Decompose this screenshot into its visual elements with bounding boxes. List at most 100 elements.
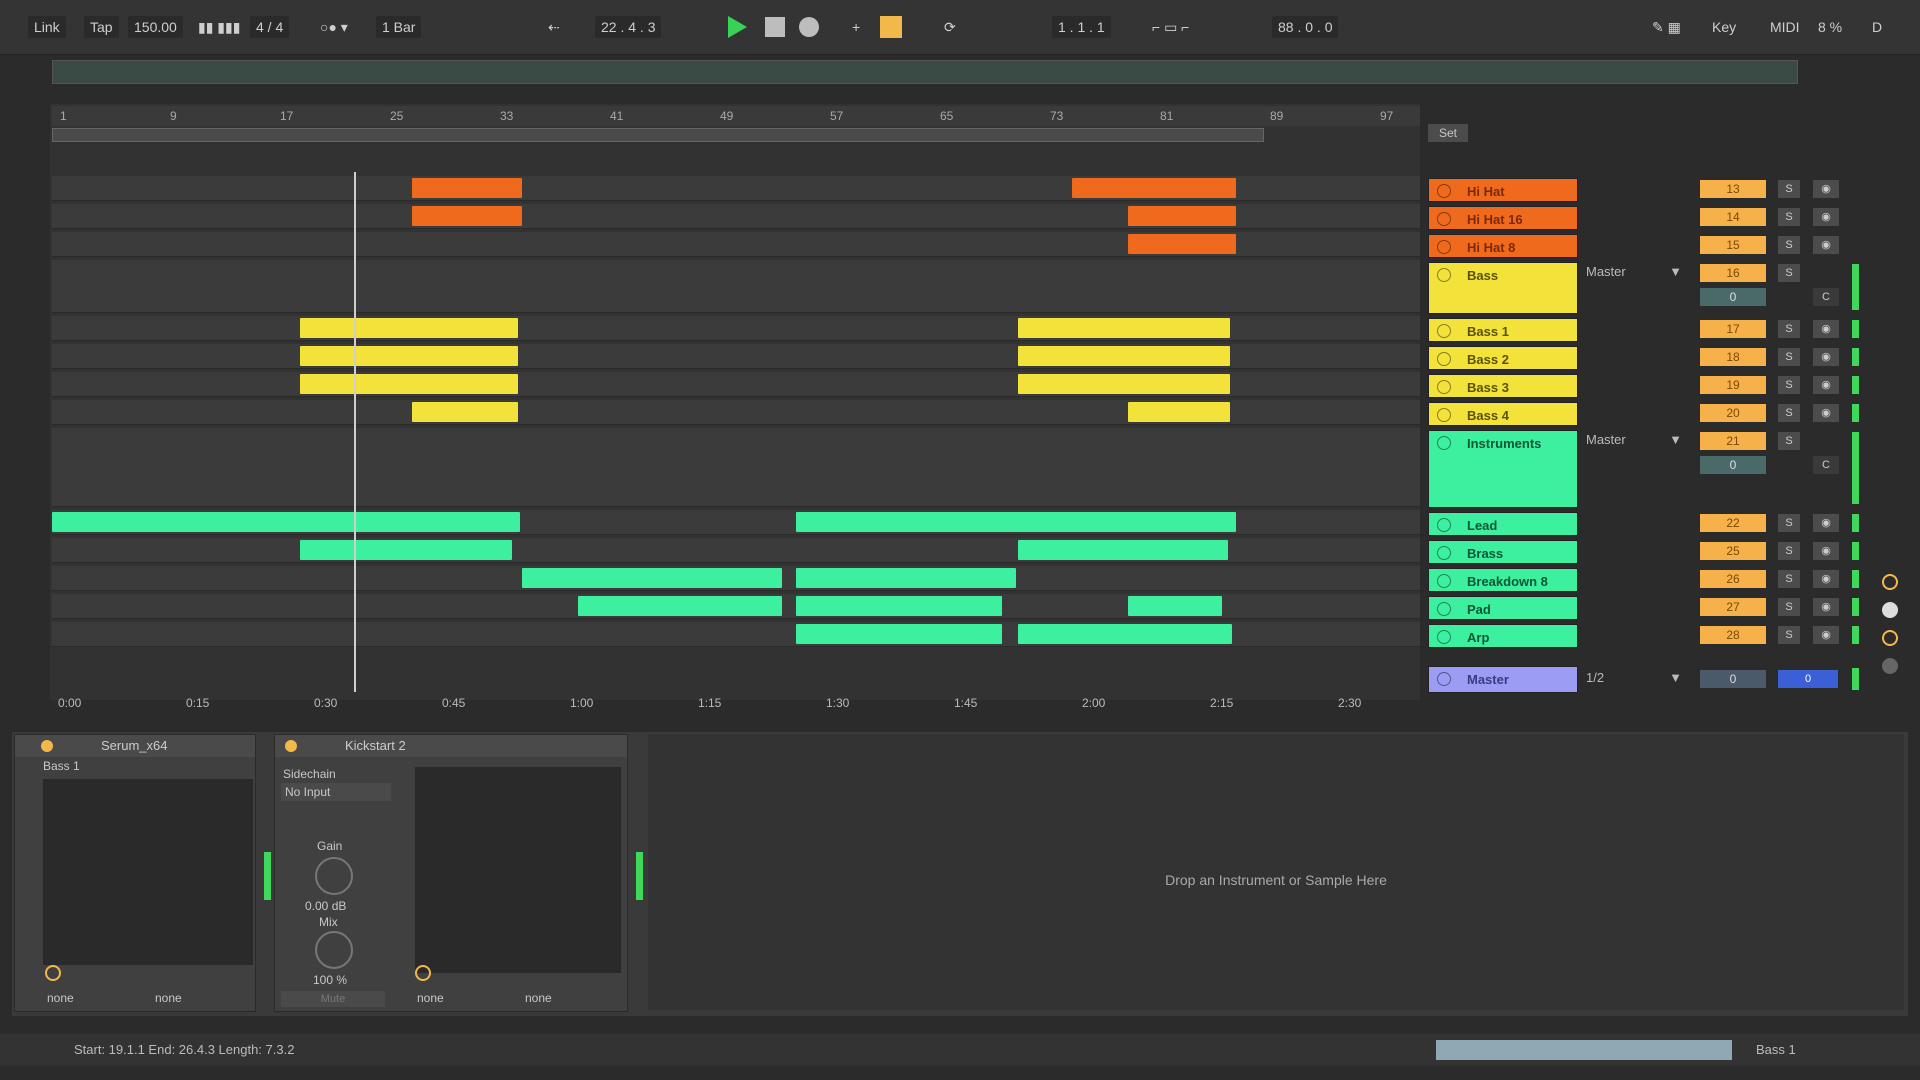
tap-tempo-button[interactable]: Tap bbox=[84, 16, 119, 38]
solo-button[interactable]: S bbox=[1778, 320, 1800, 338]
clip[interactable] bbox=[796, 568, 1016, 588]
clip[interactable] bbox=[1128, 206, 1236, 226]
clip[interactable] bbox=[52, 512, 520, 532]
serum-plugin-panel[interactable] bbox=[43, 779, 253, 965]
loop-icon[interactable]: ⟳ bbox=[944, 16, 956, 38]
track-activator-icon[interactable] bbox=[1437, 352, 1451, 366]
arrangement-position-field[interactable]: 22 . 4 . 3 bbox=[595, 16, 662, 38]
clip[interactable] bbox=[578, 596, 782, 616]
track-lane[interactable] bbox=[52, 204, 1420, 229]
sends-toggle-icon[interactable] bbox=[1882, 630, 1898, 646]
loop-start-field[interactable]: 1 . 1 . 1 bbox=[1052, 16, 1111, 38]
automation-arm-icon[interactable] bbox=[880, 16, 902, 38]
track-lane[interactable] bbox=[52, 344, 1420, 369]
track-activator-icon[interactable] bbox=[1437, 184, 1451, 198]
solo-button[interactable]: S bbox=[1778, 264, 1800, 282]
overview-mini[interactable] bbox=[1436, 1040, 1732, 1060]
track-lane[interactable] bbox=[52, 316, 1420, 341]
metronome-icon[interactable]: ○● ▾ bbox=[320, 16, 348, 38]
track-activator-icon[interactable] bbox=[1437, 268, 1451, 282]
track-activator-icon[interactable] bbox=[1437, 602, 1451, 616]
key-map-button[interactable]: Key bbox=[1712, 16, 1736, 38]
time-signature-field[interactable]: 4 / 4 bbox=[250, 16, 290, 38]
record-button[interactable] bbox=[799, 17, 819, 37]
clip[interactable] bbox=[412, 178, 522, 198]
loop-brace[interactable] bbox=[52, 128, 1264, 142]
track-number-button[interactable]: 13 bbox=[1700, 180, 1766, 198]
set-button[interactable]: Set bbox=[1428, 124, 1468, 142]
solo-button[interactable]: S bbox=[1778, 598, 1800, 616]
solo-button[interactable]: S bbox=[1778, 432, 1800, 450]
clip[interactable] bbox=[796, 596, 1002, 616]
midi-map-button[interactable]: MIDI bbox=[1770, 16, 1800, 38]
track-header[interactable]: Instruments bbox=[1428, 430, 1578, 508]
track-number-button[interactable]: 15 bbox=[1700, 236, 1766, 254]
clip[interactable] bbox=[1018, 318, 1230, 338]
track-header[interactable]: Arp bbox=[1428, 624, 1578, 648]
track-header[interactable]: Breakdown 8 bbox=[1428, 568, 1578, 592]
track-activator-icon[interactable] bbox=[1437, 630, 1451, 644]
track-lane[interactable] bbox=[52, 622, 1420, 647]
arm-button-icon[interactable]: ◉ bbox=[1813, 208, 1839, 226]
clip[interactable] bbox=[412, 206, 522, 226]
beat-time-ruler[interactable]: 1 9 17 25 33 41 49 57 65 73 81 89 97 bbox=[52, 106, 1420, 126]
clip[interactable] bbox=[796, 512, 1236, 532]
track-activator-icon[interactable] bbox=[1437, 518, 1451, 532]
time-ruler[interactable]: 0:00 0:15 0:30 0:45 1:00 1:15 1:30 1:45 2:00 2:15… bbox=[52, 692, 1420, 716]
track-header-master[interactable]: Master bbox=[1428, 666, 1578, 693]
punch-in-icon[interactable]: ⌐ ▭ ⌐ bbox=[1152, 16, 1189, 38]
track-header[interactable]: Brass bbox=[1428, 540, 1578, 564]
track-number-button[interactable]: 22 bbox=[1700, 514, 1766, 532]
track-number-button[interactable]: 16 bbox=[1700, 264, 1766, 282]
mixer-toggle-icon[interactable] bbox=[1882, 658, 1898, 674]
track-fold-icon[interactable] bbox=[1437, 672, 1451, 686]
solo-button[interactable]: S bbox=[1778, 626, 1800, 644]
track-header[interactable]: Bass bbox=[1428, 262, 1578, 314]
kickstart-title-bar[interactable]: Kickstart 2 bbox=[275, 735, 627, 757]
track-lane[interactable] bbox=[52, 510, 1420, 535]
clip[interactable] bbox=[1018, 624, 1232, 644]
draw-mode-icon[interactable]: ✎ ▦ bbox=[1652, 16, 1681, 38]
master-output-routing[interactable]: 1/2 ▼ bbox=[1586, 670, 1686, 692]
solo-button[interactable]: S bbox=[1778, 404, 1800, 422]
follow-icon[interactable]: ⇠ bbox=[548, 16, 560, 38]
group-pan[interactable]: C bbox=[1813, 288, 1839, 306]
serum-preset-name[interactable]: Bass 1 bbox=[43, 759, 80, 773]
group-volume[interactable]: 0 bbox=[1700, 456, 1766, 474]
track-lane[interactable] bbox=[52, 176, 1420, 201]
serum-title-bar[interactable]: Serum_x64 bbox=[15, 735, 255, 757]
track-activator-icon[interactable] bbox=[1437, 212, 1451, 226]
track-activator-icon[interactable] bbox=[1437, 574, 1451, 588]
track-number-button[interactable]: 20 bbox=[1700, 404, 1766, 422]
solo-button[interactable]: S bbox=[1778, 236, 1800, 254]
clip[interactable] bbox=[1018, 540, 1228, 560]
solo-button[interactable]: S bbox=[1778, 208, 1800, 226]
solo-button[interactable]: S bbox=[1778, 348, 1800, 366]
link-button[interactable]: Link bbox=[28, 16, 66, 38]
play-button[interactable] bbox=[728, 16, 747, 38]
track-number-button[interactable]: 25 bbox=[1700, 542, 1766, 560]
arm-button-icon[interactable]: ◉ bbox=[1813, 348, 1839, 366]
playhead[interactable] bbox=[354, 172, 356, 692]
group-pan[interactable]: C bbox=[1813, 456, 1839, 474]
track-activator-icon[interactable] bbox=[1437, 436, 1451, 450]
track-number-button[interactable]: 14 bbox=[1700, 208, 1766, 226]
gain-knob[interactable] bbox=[315, 857, 353, 895]
clip[interactable] bbox=[1128, 402, 1230, 422]
track-activator-icon[interactable] bbox=[1437, 380, 1451, 394]
track-number-button[interactable]: 26 bbox=[1700, 570, 1766, 588]
track-number-button[interactable]: 17 bbox=[1700, 320, 1766, 338]
arm-button-icon[interactable]: ◉ bbox=[1813, 376, 1839, 394]
track-header[interactable]: Bass 3 bbox=[1428, 374, 1578, 398]
kickstart-output-1[interactable]: none bbox=[417, 991, 444, 1005]
kickstart-curve-display[interactable] bbox=[415, 767, 621, 973]
device-power-icon[interactable] bbox=[285, 740, 297, 752]
serum-input-1[interactable]: none bbox=[47, 991, 74, 1005]
mute-button[interactable]: Mute bbox=[281, 991, 385, 1007]
track-lane[interactable] bbox=[52, 594, 1420, 619]
track-header[interactable]: Bass 2 bbox=[1428, 346, 1578, 370]
plugin-edit-icon[interactable] bbox=[415, 965, 431, 981]
arm-button-icon[interactable]: ◉ bbox=[1813, 180, 1839, 198]
plugin-edit-icon[interactable] bbox=[45, 965, 61, 981]
track-header[interactable]: Bass 4 bbox=[1428, 402, 1578, 426]
